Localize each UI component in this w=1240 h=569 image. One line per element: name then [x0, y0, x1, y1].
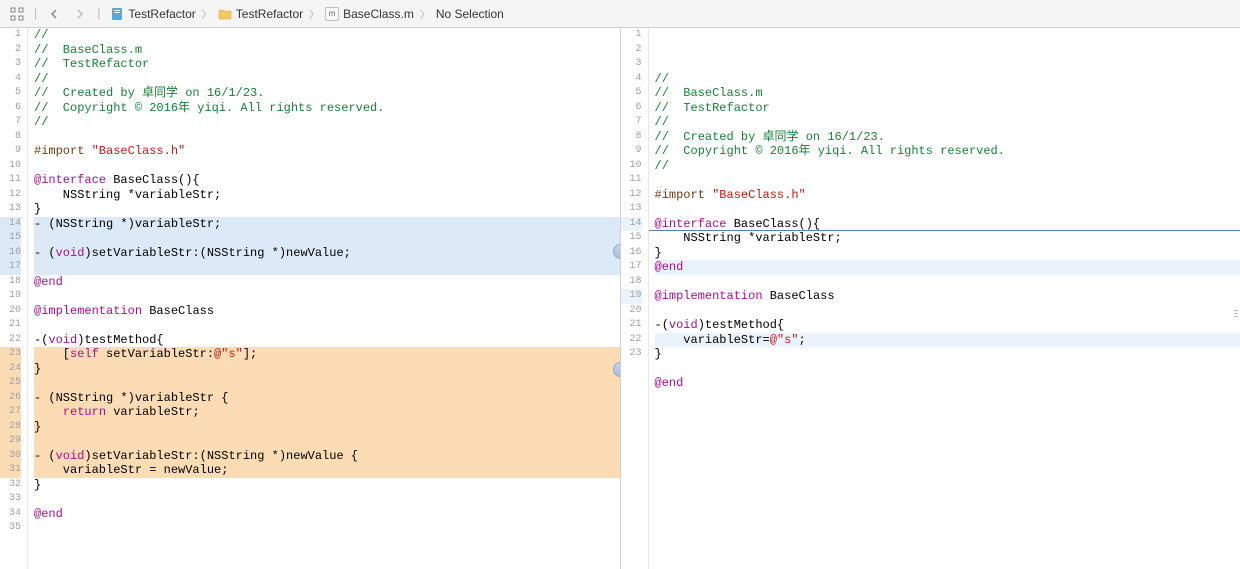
- breadcrumb-label: TestRefactor: [236, 7, 303, 21]
- chevron-right-icon: 〉: [420, 6, 430, 21]
- breadcrumb-label: No Selection: [436, 7, 504, 21]
- m-file-icon: m: [325, 7, 339, 21]
- breadcrumb-label: BaseClass.m: [343, 7, 414, 21]
- code-left[interactable]: //// BaseClass.m// TestRefactor//// Crea…: [28, 28, 620, 569]
- chevron-right-icon: 〉: [309, 6, 319, 21]
- breadcrumb-project[interactable]: TestRefactor: [106, 6, 199, 22]
- gutter-right: 1234567891011121314151617181920212223: [621, 28, 649, 569]
- breadcrumb-folder[interactable]: TestRefactor: [214, 7, 307, 21]
- related-items-icon[interactable]: [6, 4, 28, 24]
- folder-icon: [218, 7, 232, 21]
- breadcrumb-symbol[interactable]: No Selection: [432, 7, 508, 21]
- right-pane[interactable]: 1234567891011121314151617181920212223 //…: [621, 28, 1240, 569]
- breadcrumb-label: TestRefactor: [128, 7, 195, 21]
- diff-divider: [649, 230, 1240, 231]
- project-icon: [110, 6, 124, 22]
- editor-split: 1234567891011121314151617181920212223242…: [0, 28, 1240, 569]
- toolbar-separator: |: [95, 7, 102, 21]
- nav-forward-button[interactable]: [69, 4, 91, 24]
- left-pane[interactable]: 1234567891011121314151617181920212223242…: [0, 28, 621, 569]
- toolbar: | | TestRefactor 〉 TestRefactor 〉 m Base…: [0, 0, 1240, 28]
- toolbar-separator: |: [32, 7, 39, 21]
- resize-grip[interactable]: [1232, 299, 1240, 329]
- breadcrumb: TestRefactor 〉 TestRefactor 〉 m BaseClas…: [106, 6, 507, 22]
- chevron-right-icon: 〉: [202, 6, 212, 21]
- gutter-left: 1234567891011121314151617181920212223242…: [0, 28, 28, 569]
- breadcrumb-file[interactable]: m BaseClass.m: [321, 7, 418, 21]
- nav-back-button[interactable]: [43, 4, 65, 24]
- code-right[interactable]: //// BaseClass.m// TestRefactor//// Crea…: [649, 28, 1240, 569]
